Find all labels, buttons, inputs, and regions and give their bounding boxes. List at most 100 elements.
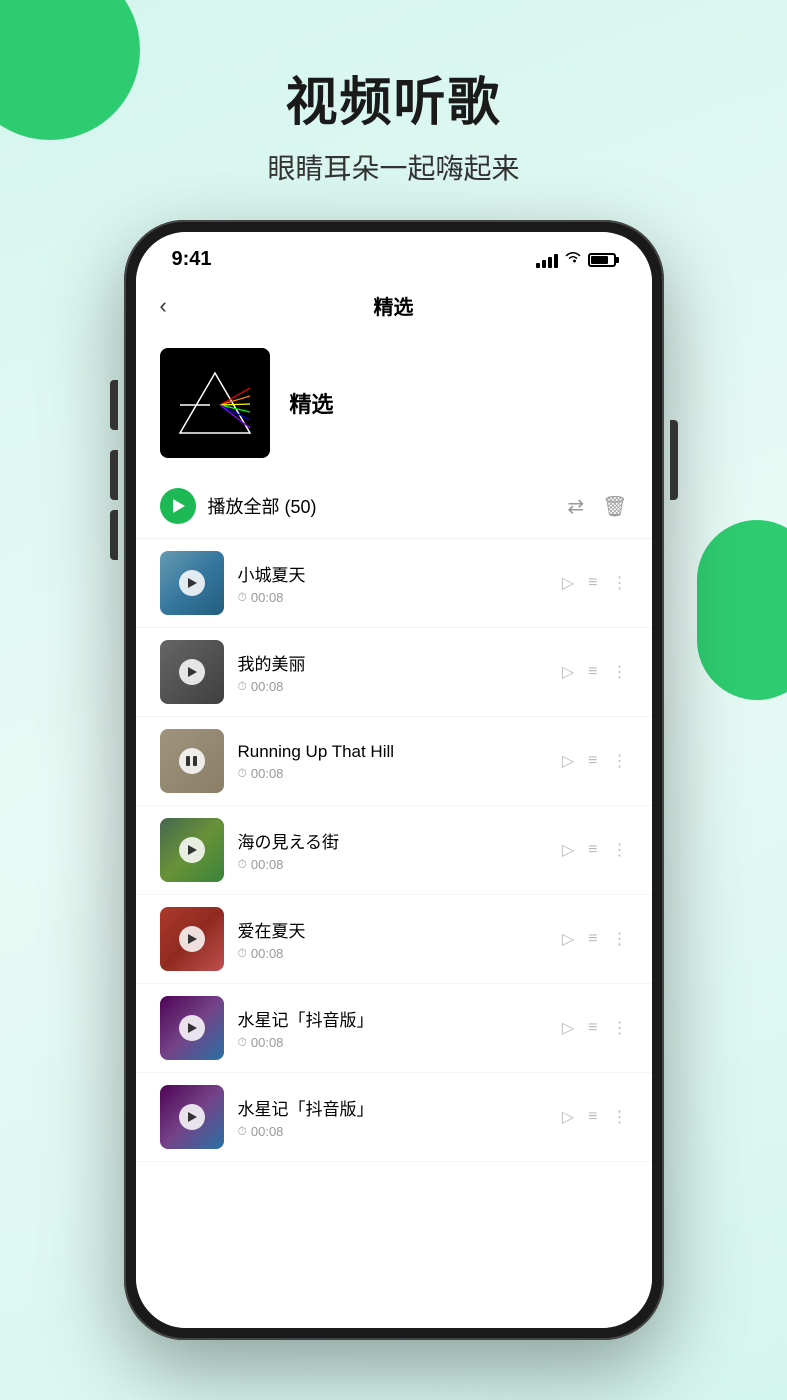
song-title: 我的美丽 <box>238 650 548 675</box>
thumbnail-overlay <box>160 1085 224 1149</box>
song-duration: ⏱ 00:08 <box>238 857 548 872</box>
video-play-icon[interactable]: ▷ <box>562 1018 574 1038</box>
decorative-blob-right <box>697 520 787 700</box>
song-thumbnail <box>160 907 224 971</box>
song-title: 海の見える街 <box>238 828 548 853</box>
list-item[interactable]: 水星记「抖音版」 ⏱ 00:08 ▷ ≡ ⋮ <box>136 984 652 1073</box>
song-title: 小城夏天 <box>238 561 548 586</box>
play-button[interactable] <box>179 1104 205 1130</box>
nav-title: 精选 <box>374 291 414 320</box>
duration-value: 00:08 <box>251 1035 284 1050</box>
video-play-icon[interactable]: ▷ <box>562 840 574 860</box>
duration-value: 00:08 <box>251 679 284 694</box>
play-icon <box>188 1112 197 1122</box>
play-icon <box>188 934 197 944</box>
song-thumbnail <box>160 729 224 793</box>
video-play-icon[interactable]: ▷ <box>562 662 574 682</box>
song-thumbnail <box>160 818 224 882</box>
play-icon <box>188 845 197 855</box>
song-thumbnail <box>160 1085 224 1149</box>
list-item[interactable]: 爱在夏天 ⏱ 00:08 ▷ ≡ ⋮ <box>136 895 652 984</box>
play-button[interactable] <box>179 570 205 596</box>
clock-icon: ⏱ <box>238 857 247 872</box>
phone-screen: 9:41 <box>136 232 652 1328</box>
video-play-icon[interactable]: ▷ <box>562 1107 574 1127</box>
menu-icon[interactable]: ≡ <box>588 1108 597 1126</box>
video-play-icon[interactable]: ▷ <box>562 573 574 593</box>
play-all-label: 播放全部 (50) <box>208 493 317 519</box>
thumbnail-overlay <box>160 818 224 882</box>
clock-icon: ⏱ <box>238 766 247 781</box>
repeat-icon[interactable]: ⇄ <box>567 494 584 519</box>
song-thumbnail <box>160 996 224 1060</box>
phone-frame: 9:41 <box>124 220 664 1340</box>
song-info: Running Up That Hill ⏱ 00:08 <box>238 742 548 781</box>
list-item[interactable]: 我的美丽 ⏱ 00:08 ▷ ≡ ⋮ <box>136 628 652 717</box>
menu-icon[interactable]: ≡ <box>588 1019 597 1037</box>
song-duration: ⏱ 00:08 <box>238 590 548 605</box>
menu-icon[interactable]: ≡ <box>588 930 597 948</box>
song-title: 爱在夏天 <box>238 917 548 942</box>
play-icon <box>173 499 185 513</box>
song-title: 水星记「抖音版」 <box>238 1006 548 1031</box>
thumbnail-overlay <box>160 729 224 793</box>
duration-value: 00:08 <box>251 590 284 605</box>
song-info: 海の見える街 ⏱ 00:08 <box>238 828 548 872</box>
more-icon[interactable]: ⋮ <box>612 662 628 682</box>
more-icon[interactable]: ⋮ <box>612 1018 628 1038</box>
song-info: 水星记「抖音版」 ⏱ 00:08 <box>238 1095 548 1139</box>
back-button[interactable]: ‹ <box>160 293 167 319</box>
play-icon <box>188 578 197 588</box>
album-name: 精选 <box>290 387 334 419</box>
menu-icon[interactable]: ≡ <box>588 574 597 592</box>
song-actions: ▷ ≡ ⋮ <box>562 1018 628 1038</box>
menu-icon[interactable]: ≡ <box>588 663 597 681</box>
video-play-icon[interactable]: ▷ <box>562 751 574 771</box>
play-button[interactable] <box>179 926 205 952</box>
play-icon <box>188 1023 197 1033</box>
song-duration: ⏱ 00:08 <box>238 1124 548 1139</box>
play-all-actions: ⇄ 🗑 <box>567 494 627 519</box>
more-icon[interactable]: ⋮ <box>612 840 628 860</box>
song-info: 爱在夏天 ⏱ 00:08 <box>238 917 548 961</box>
duration-value: 00:08 <box>251 766 284 781</box>
list-item[interactable]: 水星记「抖音版」 ⏱ 00:08 ▷ ≡ ⋮ <box>136 1073 652 1162</box>
more-icon[interactable]: ⋮ <box>612 1107 628 1127</box>
song-actions: ▷ ≡ ⋮ <box>562 662 628 682</box>
thumbnail-overlay <box>160 551 224 615</box>
more-icon[interactable]: ⋮ <box>612 751 628 771</box>
play-all-button[interactable] <box>160 488 196 524</box>
song-actions: ▷ ≡ ⋮ <box>562 573 628 593</box>
duration-value: 00:08 <box>251 1124 284 1139</box>
phone-mockup: 9:41 <box>124 220 664 1340</box>
clock-icon: ⏱ <box>238 1035 247 1050</box>
list-item[interactable]: 小城夏天 ⏱ 00:08 ▷ ≡ ⋮ <box>136 539 652 628</box>
menu-icon[interactable]: ≡ <box>588 841 597 859</box>
song-duration: ⏱ 00:08 <box>238 766 548 781</box>
play-button[interactable] <box>179 1015 205 1041</box>
status-icons <box>536 250 616 269</box>
delete-icon[interactable]: 🗑 <box>602 494 627 519</box>
more-icon[interactable]: ⋮ <box>612 929 628 949</box>
duration-value: 00:08 <box>251 857 284 872</box>
thumbnail-overlay <box>160 907 224 971</box>
song-actions: ▷ ≡ ⋮ <box>562 840 628 860</box>
song-duration: ⏱ 00:08 <box>238 946 548 961</box>
thumbnail-overlay <box>160 640 224 704</box>
clock-icon: ⏱ <box>238 590 247 605</box>
menu-icon[interactable]: ≡ <box>588 752 597 770</box>
list-item[interactable]: Running Up That Hill ⏱ 00:08 ▷ ≡ ⋮ <box>136 717 652 806</box>
song-duration: ⏱ 00:08 <box>238 1035 548 1050</box>
song-list: 小城夏天 ⏱ 00:08 ▷ ≡ ⋮ 我的美丽 ⏱ 00:08 <box>136 539 652 1328</box>
play-button[interactable] <box>179 659 205 685</box>
album-cover <box>160 348 270 458</box>
play-button[interactable] <box>179 837 205 863</box>
clock-icon: ⏱ <box>238 1124 247 1139</box>
video-play-icon[interactable]: ▷ <box>562 929 574 949</box>
pause-button[interactable] <box>179 748 205 774</box>
more-icon[interactable]: ⋮ <box>612 573 628 593</box>
song-actions: ▷ ≡ ⋮ <box>562 1107 628 1127</box>
play-icon <box>188 667 197 677</box>
song-actions: ▷ ≡ ⋮ <box>562 929 628 949</box>
list-item[interactable]: 海の見える街 ⏱ 00:08 ▷ ≡ ⋮ <box>136 806 652 895</box>
